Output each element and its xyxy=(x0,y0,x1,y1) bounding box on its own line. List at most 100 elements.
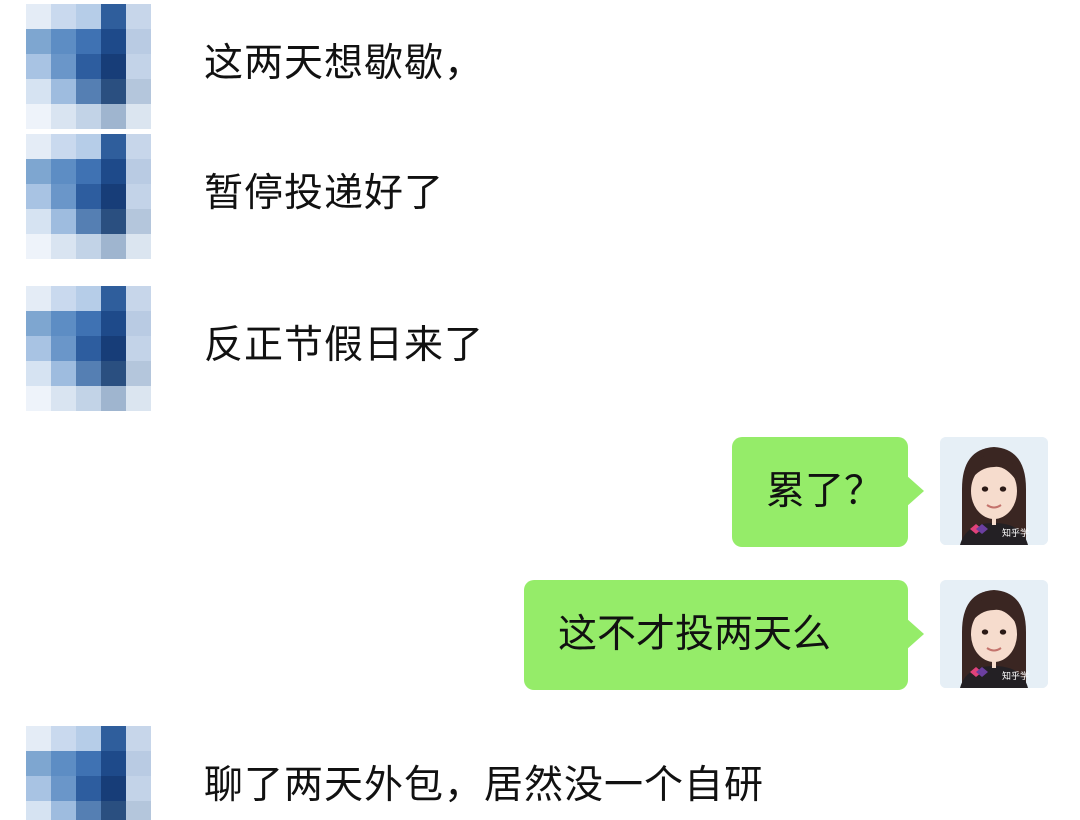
message-bubble-outgoing[interactable]: 这不才投两天么 xyxy=(524,580,924,690)
avatar-pixel xyxy=(101,29,126,54)
avatar-pixel xyxy=(126,159,151,184)
avatar-pixel xyxy=(101,286,126,311)
avatar-pixel xyxy=(51,336,76,361)
avatar-pixel xyxy=(101,79,126,104)
avatar-pixel xyxy=(101,209,126,234)
avatar-pixel xyxy=(51,29,76,54)
avatar-pixel xyxy=(126,386,151,411)
avatar-pixel xyxy=(26,209,51,234)
avatar-pixel xyxy=(126,79,151,104)
avatar-pixel xyxy=(126,361,151,386)
avatar-pixel xyxy=(101,726,126,751)
avatar-pixel xyxy=(101,751,126,776)
message-row-incoming: 聊了两天外包，居然没一个自研 xyxy=(26,726,1026,820)
avatar-pixel xyxy=(126,29,151,54)
avatar-pixel xyxy=(26,336,51,361)
message-row-incoming: 反正节假日来了 xyxy=(26,286,1026,411)
avatar-pixel xyxy=(126,104,151,129)
avatar-pixel xyxy=(76,776,101,801)
my-avatar[interactable]: 知乎学 xyxy=(940,580,1048,688)
avatar-pixel xyxy=(51,311,76,336)
message-text: 反正节假日来了 xyxy=(204,323,485,368)
my-avatar[interactable]: 知乎学 xyxy=(940,437,1048,545)
avatar-pixel xyxy=(51,361,76,386)
contact-avatar[interactable] xyxy=(26,134,151,259)
avatar-pixel xyxy=(101,234,126,259)
avatar-pixel xyxy=(126,4,151,29)
avatar-pixel xyxy=(51,286,76,311)
avatar-pixel xyxy=(26,361,51,386)
avatar-pixel xyxy=(26,286,51,311)
avatar-pixel xyxy=(101,801,126,820)
avatar-pixel xyxy=(101,159,126,184)
avatar-pixel xyxy=(76,29,101,54)
avatar-pixel xyxy=(101,184,126,209)
avatar-pixel xyxy=(26,184,51,209)
message-text: 累了？ xyxy=(766,469,884,514)
avatar-pixel xyxy=(126,286,151,311)
avatar-pixel xyxy=(26,4,51,29)
avatar-pixel xyxy=(26,801,51,820)
contact-avatar[interactable] xyxy=(26,4,151,129)
avatar-pixel xyxy=(126,311,151,336)
avatar-pixel xyxy=(76,361,101,386)
avatar-pixel xyxy=(101,336,126,361)
avatar-pixel xyxy=(76,311,101,336)
avatar-pixel xyxy=(76,336,101,361)
avatar-pixel xyxy=(26,79,51,104)
avatar-pixel xyxy=(126,134,151,159)
message-text: 这不才投两天么 xyxy=(558,612,832,657)
avatar-pixel xyxy=(51,801,76,820)
avatar-pixel xyxy=(76,159,101,184)
message-row-incoming: 暂停投递好了 xyxy=(26,134,1026,259)
avatar-pixel xyxy=(51,104,76,129)
avatar-pixel xyxy=(26,234,51,259)
avatar-pixel xyxy=(126,801,151,820)
avatar-pixel xyxy=(51,54,76,79)
avatar-pixel xyxy=(26,159,51,184)
avatar-pixel xyxy=(76,104,101,129)
avatar-pixel xyxy=(101,134,126,159)
avatar-pixel xyxy=(101,386,126,411)
avatar-watermark: 知乎学 xyxy=(1002,527,1029,539)
avatar-pixel xyxy=(126,726,151,751)
avatar-pixel xyxy=(126,336,151,361)
avatar-pixel xyxy=(26,134,51,159)
avatar-pixel xyxy=(51,159,76,184)
avatar-pixel xyxy=(126,209,151,234)
avatar-pixel xyxy=(126,184,151,209)
user-avatar-photo-icon: 知乎学 xyxy=(940,437,1048,545)
avatar-pixel xyxy=(76,134,101,159)
message-text: 这两天想歇歇， xyxy=(204,41,485,86)
avatar-pixel xyxy=(51,234,76,259)
contact-avatar[interactable] xyxy=(26,286,151,411)
avatar-pixel xyxy=(76,234,101,259)
avatar-pixel xyxy=(101,311,126,336)
avatar-pixel xyxy=(26,311,51,336)
avatar-pixel xyxy=(101,54,126,79)
avatar-pixel xyxy=(126,776,151,801)
avatar-watermark: 知乎学 xyxy=(1002,670,1029,682)
avatar-pixel xyxy=(51,184,76,209)
avatar-pixel xyxy=(26,776,51,801)
contact-avatar[interactable] xyxy=(26,726,151,820)
avatar-pixel xyxy=(51,386,76,411)
message-bubble-outgoing[interactable]: 累了？ xyxy=(732,437,924,547)
avatar-pixel xyxy=(26,29,51,54)
avatar-pixel xyxy=(76,184,101,209)
avatar-pixel xyxy=(51,134,76,159)
avatar-pixel xyxy=(76,386,101,411)
avatar-pixel xyxy=(126,234,151,259)
avatar-pixel xyxy=(51,209,76,234)
message-text: 聊了两天外包，居然没一个自研 xyxy=(204,763,765,808)
avatar-pixel xyxy=(26,104,51,129)
avatar-pixel xyxy=(26,751,51,776)
message-row-incoming: 这两天想歇歇， xyxy=(26,4,1026,129)
message-text: 暂停投递好了 xyxy=(204,171,445,216)
avatar-pixel xyxy=(101,104,126,129)
avatar-pixel xyxy=(76,79,101,104)
avatar-pixel xyxy=(76,286,101,311)
avatar-pixel xyxy=(126,54,151,79)
avatar-pixel xyxy=(51,79,76,104)
avatar-pixel xyxy=(101,4,126,29)
